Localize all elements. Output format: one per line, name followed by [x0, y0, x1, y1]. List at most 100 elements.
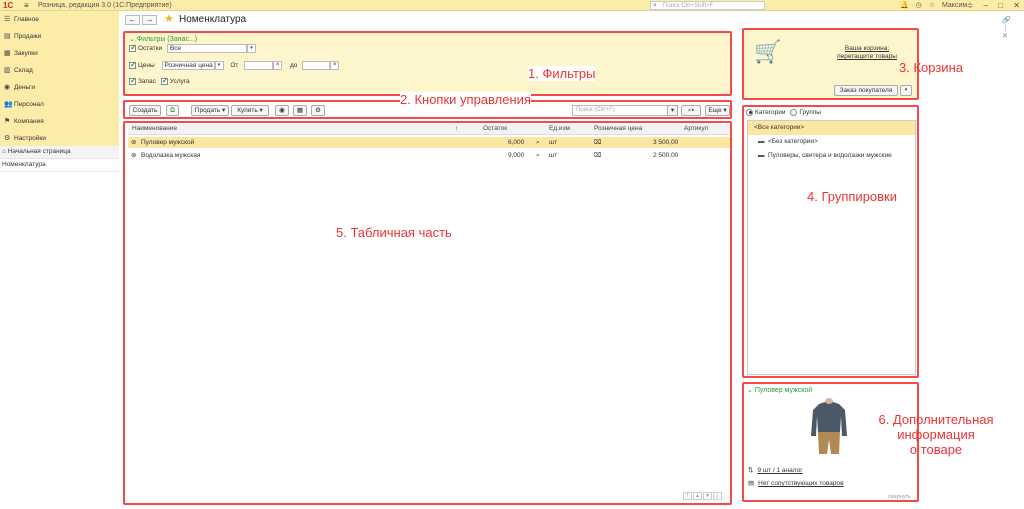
buy-button[interactable]: Купить ▾	[231, 105, 269, 116]
company-icon: ⚑	[4, 118, 11, 125]
sidebar-item-warehouse[interactable]: ▥ Склад	[0, 63, 119, 80]
sidebar-item-staff[interactable]: 👥Персонал	[0, 97, 119, 114]
price-from-input[interactable]: ×	[244, 61, 283, 70]
prices-checkbox[interactable]	[129, 60, 137, 70]
sidebar-item-purchases[interactable]: ▦ Закупки	[0, 46, 119, 63]
app-top-bar: 1С ≡ Розница, редакция 3.0 (1С:Предприят…	[0, 0, 1024, 11]
sidebar-item-main[interactable]: ☰ Главное	[0, 12, 119, 29]
create-button[interactable]: Создать	[129, 105, 161, 116]
sidebar-item-company[interactable]: ⚑ Компания	[0, 114, 119, 131]
copy-icon: ⧉	[170, 107, 175, 114]
form-controls: 🔗 ⋮ ✕	[996, 16, 1011, 40]
more-button[interactable]: Еще ▾	[705, 105, 730, 116]
chevron-down-icon: ⌄	[129, 36, 137, 43]
search-icon[interactable]: ⌕	[536, 150, 540, 161]
price-tag-icon: ⌧	[594, 139, 602, 146]
favorites-star-icon[interactable]: ☆	[929, 2, 935, 9]
maximize-icon[interactable]: □	[998, 1, 1003, 10]
annotation-cart: 3. Корзина	[899, 60, 963, 75]
history-icon[interactable]: ◷	[916, 2, 922, 9]
view-button[interactable]: ◉	[275, 105, 289, 116]
search-button[interactable]: ⌕▾	[681, 105, 701, 116]
groupings-panel: Категории Группы <Все категории> ▬ <Без к…	[742, 105, 919, 378]
sort-arrow-icon[interactable]: ↑	[455, 124, 458, 134]
favorite-star-icon[interactable]: ★	[164, 13, 174, 26]
product-info-header[interactable]: ⌄ Пуловер мужской	[747, 386, 812, 394]
dropdown-arrow-icon[interactable]: ▾	[214, 61, 224, 70]
cart-drop-hint[interactable]: Ваша корзина: перетащите товары	[822, 45, 912, 61]
list-item[interactable]: ▬ Пуловеры, свитера и водолазки мужские	[748, 149, 915, 163]
price-to-input[interactable]: ×	[302, 61, 340, 70]
filters-panel: ⌄ Фильтры (Запас...) Остатки Все▾ Цены Р…	[123, 31, 732, 96]
purchases-icon: ▦	[4, 50, 11, 57]
cart-panel: 🛒 Ваша корзина: перетащите товары Заказ …	[742, 28, 919, 100]
related-products-link[interactable]: ▤ Нет сопутствующих товаров	[748, 479, 844, 488]
scroll-up-icon[interactable]: ▲	[693, 492, 702, 500]
dropdown-arrow-icon[interactable]: ▾	[246, 44, 256, 53]
settings-button[interactable]: ⚙	[311, 105, 325, 116]
clear-icon[interactable]: ×	[330, 61, 340, 70]
global-search-input[interactable]: ⌕ Поиск Ctrl+Shift+F	[650, 1, 765, 10]
sidebar-item-sales[interactable]: ▤ Продажи	[0, 29, 119, 46]
table-search-input[interactable]: Поиск (Ctrl+F)	[572, 105, 678, 116]
form-close-icon[interactable]: ✕	[1002, 33, 1008, 40]
table-row[interactable]: ⊛ Водолазка мужская 9,000 ⌕ шт ⌧ 2 500,0…	[128, 150, 730, 161]
radio-groups[interactable]	[790, 108, 798, 116]
1c-logo: 1С	[3, 1, 14, 10]
more-vert-icon[interactable]: ⋮	[1002, 25, 1009, 32]
service-checkbox[interactable]	[160, 76, 168, 86]
sales-icon: ▤	[4, 33, 11, 40]
sidebar-item-money[interactable]: ◉ Деньги	[0, 80, 119, 97]
close-icon[interactable]: ✕	[1013, 1, 1020, 10]
collapse-link[interactable]: свернуть	[888, 494, 911, 500]
staff-icon: 👥	[4, 101, 13, 108]
sidebar-item-settings[interactable]: ⚙ Настройки	[0, 131, 119, 148]
scroll-bottom-icon[interactable]: ⤓	[713, 492, 722, 500]
forward-button[interactable]: →	[142, 15, 157, 25]
dash-icon: ▬	[758, 138, 765, 145]
column-unit[interactable]: Ед.изм	[549, 124, 570, 134]
column-article[interactable]: Артикул	[684, 124, 708, 134]
stock-select[interactable]: Все ▾	[166, 44, 256, 53]
open-window-item[interactable]: Номенклатура	[0, 159, 119, 172]
filter-row-kind: Запас Услуга	[129, 76, 190, 87]
sell-button[interactable]: Продать ▾	[191, 105, 229, 116]
bell-icon[interactable]: 🔔	[900, 2, 909, 9]
list-item[interactable]: ▬ <Без категории>	[748, 135, 915, 149]
minimize-icon[interactable]: –	[984, 1, 988, 10]
search-icon[interactable]: ⌕	[536, 137, 540, 148]
list-item[interactable]: <Все категории>	[748, 121, 915, 135]
price-type-select[interactable]: Розничная цена ▾	[161, 61, 224, 70]
item-icon: ⊛	[131, 139, 137, 146]
main-menu-icon[interactable]: ≡	[24, 0, 29, 11]
scroll-top-icon[interactable]: ⤒	[683, 492, 692, 500]
settings-menu-icon[interactable]: ≑	[967, 1, 974, 10]
settings-icon: ⚙	[4, 135, 11, 142]
radio-categories[interactable]	[746, 108, 753, 116]
eye-icon: ◉	[279, 107, 285, 114]
hamburger-icon: ☰	[4, 16, 11, 23]
back-button[interactable]: ←	[125, 15, 140, 25]
filters-header[interactable]: ⌄ Фильтры (Запас...)	[129, 35, 197, 43]
print-button[interactable]: ▦	[293, 105, 307, 116]
order-dropdown-button[interactable]: ▾	[900, 85, 912, 96]
stock-checkbox[interactable]	[129, 43, 137, 53]
clear-icon[interactable]: ×	[273, 61, 283, 70]
column-stock[interactable]: Остаток	[483, 124, 507, 134]
list-icon: ▤	[748, 480, 755, 487]
page-title: Номенклатура	[179, 14, 247, 25]
search-dropdown-button[interactable]: ▾	[667, 105, 678, 116]
table-row[interactable]: ⊛ Пуловер мужской 6,000 ⌕ шт ⌧ 3 500,00	[128, 137, 730, 148]
stock-analog-link[interactable]: ⇅ 9 шт / 1 аналог	[748, 466, 803, 475]
filter-row-stock: Остатки Все▾	[129, 43, 256, 54]
customer-order-button[interactable]: Заказ покупателя	[834, 85, 898, 96]
column-name[interactable]: Наименование	[132, 124, 177, 134]
column-price[interactable]: Розничная цена	[594, 124, 642, 134]
search-icon: ⌕	[653, 2, 657, 9]
scroll-down-icon[interactable]: ▼	[703, 492, 712, 500]
stock-kind-checkbox[interactable]	[129, 76, 137, 86]
link-icon[interactable]: 🔗	[1002, 17, 1011, 24]
money-icon: ◉	[4, 84, 11, 91]
annotation-filters: 1. Фильтры	[528, 66, 596, 81]
copy-button[interactable]: ⧉	[166, 105, 179, 116]
